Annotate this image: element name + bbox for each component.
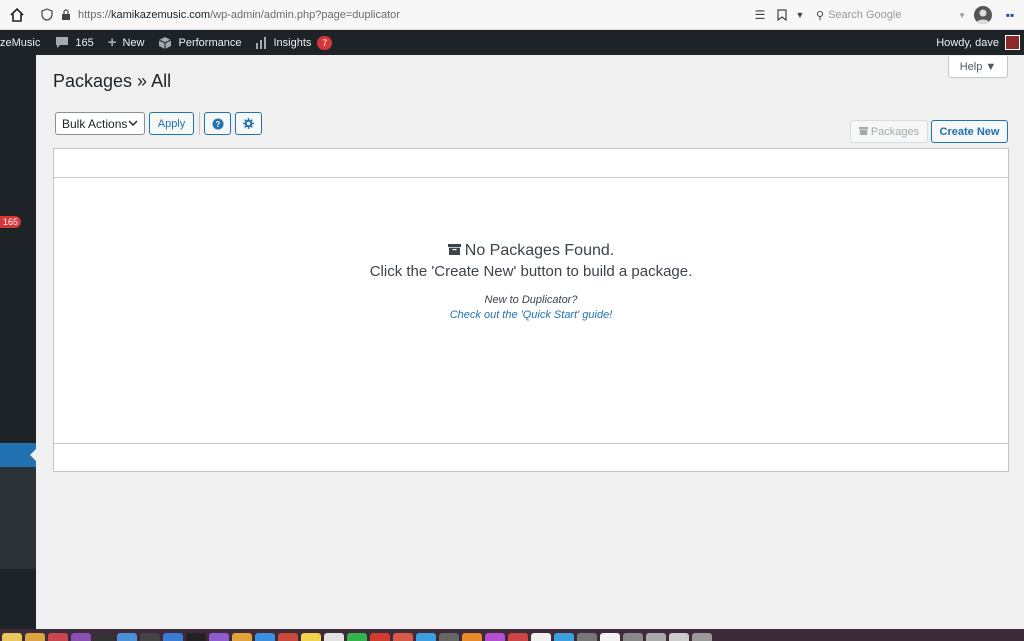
dock-app-icon[interactable] [646, 633, 666, 641]
create-new-button[interactable]: Create New [931, 120, 1008, 143]
dock-app-icon[interactable] [600, 633, 620, 641]
dock-app-icon[interactable] [485, 633, 505, 641]
comments-count: 165 [75, 36, 94, 49]
empty-subtitle: Click the 'Create New' button to build a… [369, 263, 693, 280]
toolbar-divider [199, 112, 200, 135]
url-prefix: https:// [78, 8, 112, 21]
bulk-toolbar: Bulk Actions Apply ? [55, 112, 262, 135]
dock-app-icon[interactable] [370, 633, 390, 641]
packages-button[interactable]: Packages [850, 120, 928, 143]
insights-badge: 7 [317, 35, 333, 50]
empty-title: No Packages Found. [464, 242, 615, 260]
dock-app-icon[interactable] [209, 633, 229, 641]
svg-text:?: ? [215, 120, 220, 129]
dock-app-icon[interactable] [577, 633, 597, 641]
reader-view-icon[interactable]: ☰ [752, 7, 768, 23]
bar-chart-icon [255, 36, 267, 49]
new-content-link[interactable]: + New [101, 30, 152, 55]
packages-label: Packages [870, 125, 920, 138]
dock-app-icon[interactable] [393, 633, 413, 641]
archive-icon [858, 126, 868, 138]
home-icon[interactable] [8, 6, 26, 24]
shield-icon[interactable] [40, 8, 54, 22]
new-to-duplicator-text: New to Duplicator? [484, 294, 578, 306]
performance-box-icon [158, 36, 172, 50]
new-label: New [122, 36, 145, 49]
dock-app-icon[interactable] [301, 633, 321, 641]
lock-icon [60, 8, 72, 21]
dock-app-icon[interactable] [692, 633, 712, 641]
dock-app-icon[interactable] [94, 633, 114, 641]
dock-app-icon[interactable] [324, 633, 344, 641]
profile-avatar-icon[interactable] [974, 6, 992, 24]
user-avatar [1005, 35, 1020, 50]
address-bar[interactable]: https://kamikazemusic.com/wp-admin/admin… [78, 9, 400, 21]
packages-table: No Packages Found. Click the 'Create New… [53, 148, 1009, 472]
comments-link[interactable]: 165 [47, 30, 100, 55]
search-dropdown-icon[interactable]: ▼ [958, 11, 966, 20]
bookmark-menu-chevron-icon[interactable]: ▼ [792, 7, 808, 23]
settings-button[interactable] [235, 112, 262, 135]
site-name-link[interactable]: zeMusic [0, 30, 47, 55]
question-icon: ? [212, 118, 223, 129]
package-actions: Packages Create New [850, 120, 1008, 143]
dock-app-icon[interactable] [416, 633, 436, 641]
dock-app-icon[interactable] [140, 633, 160, 641]
dock-app-icon[interactable] [117, 633, 137, 641]
table-header [54, 149, 1008, 178]
page-title: Packages » All [53, 71, 172, 91]
dock-app-icon[interactable] [554, 633, 574, 641]
help-button[interactable]: ? [204, 112, 231, 135]
dock-app-icon[interactable] [508, 633, 528, 641]
dock-app-icon[interactable] [669, 633, 689, 641]
search-engine-icon: ⚲ [816, 9, 825, 22]
empty-title-row: No Packages Found. [54, 242, 1008, 260]
archive-icon [447, 242, 461, 260]
search-placeholder: Search Google [828, 9, 902, 21]
url-path: /wp-admin/admin.php?page=duplicator [210, 8, 400, 21]
sidebar-submenu[interactable] [0, 467, 36, 569]
plus-icon: + [107, 34, 117, 51]
bulk-actions-select[interactable]: Bulk Actions [55, 112, 145, 135]
browser-search-input[interactable]: ⚲ Search Google ▼ [816, 5, 966, 25]
wp-admin-bar: zeMusic 165 + New Performance Insights 7… [0, 30, 1024, 55]
dock-app-icon[interactable] [278, 633, 298, 641]
dock-app-icon[interactable] [2, 633, 22, 641]
chevron-down-icon [128, 118, 138, 131]
insights-link[interactable]: Insights 7 [248, 30, 339, 55]
comment-bubble-icon [55, 36, 69, 49]
extensions-icon[interactable]: ▪▪ [1002, 7, 1018, 23]
dock-app-icon[interactable] [623, 633, 643, 641]
dock-app-icon[interactable] [163, 633, 183, 641]
site-name: zeMusic [0, 36, 41, 49]
howdy-text: Howdy, dave [936, 36, 999, 49]
dock-app-icon[interactable] [232, 633, 252, 641]
url-domain: kamikazemusic.com [111, 8, 211, 21]
dock-app-icon[interactable] [25, 633, 45, 641]
sidebar-comments-badge[interactable]: 165 [0, 216, 22, 228]
performance-link[interactable]: Performance [151, 30, 248, 55]
dock-app-icon[interactable] [48, 633, 68, 641]
os-dock [0, 629, 1024, 641]
dock-app-icon[interactable] [439, 633, 459, 641]
bookmark-icon[interactable] [774, 7, 790, 23]
browser-toolbar: https://kamikazemusic.com/wp-admin/admin… [0, 0, 1024, 30]
insights-label: Insights [273, 36, 312, 49]
dock-app-icon[interactable] [462, 633, 482, 641]
dock-app-icon[interactable] [186, 633, 206, 641]
bulk-actions-label: Bulk Actions [62, 116, 128, 131]
quick-start-link[interactable]: Check out the 'Quick Start' guide! [54, 309, 1008, 321]
dock-app-icon[interactable] [255, 633, 275, 641]
dock-app-icon[interactable] [347, 633, 367, 641]
account-menu[interactable]: Howdy, dave [936, 30, 1020, 55]
help-tab-button[interactable]: Help ▼ [948, 56, 1008, 78]
performance-label: Performance [178, 36, 242, 49]
dock-app-icon[interactable] [531, 633, 551, 641]
apply-button[interactable]: Apply [149, 112, 194, 135]
admin-sidebar: 165 [0, 55, 36, 641]
table-empty-state: No Packages Found. Click the 'Create New… [54, 178, 1008, 444]
gear-icon [243, 118, 254, 129]
dock-app-icon[interactable] [71, 633, 91, 641]
sidebar-item-active[interactable] [0, 443, 36, 467]
